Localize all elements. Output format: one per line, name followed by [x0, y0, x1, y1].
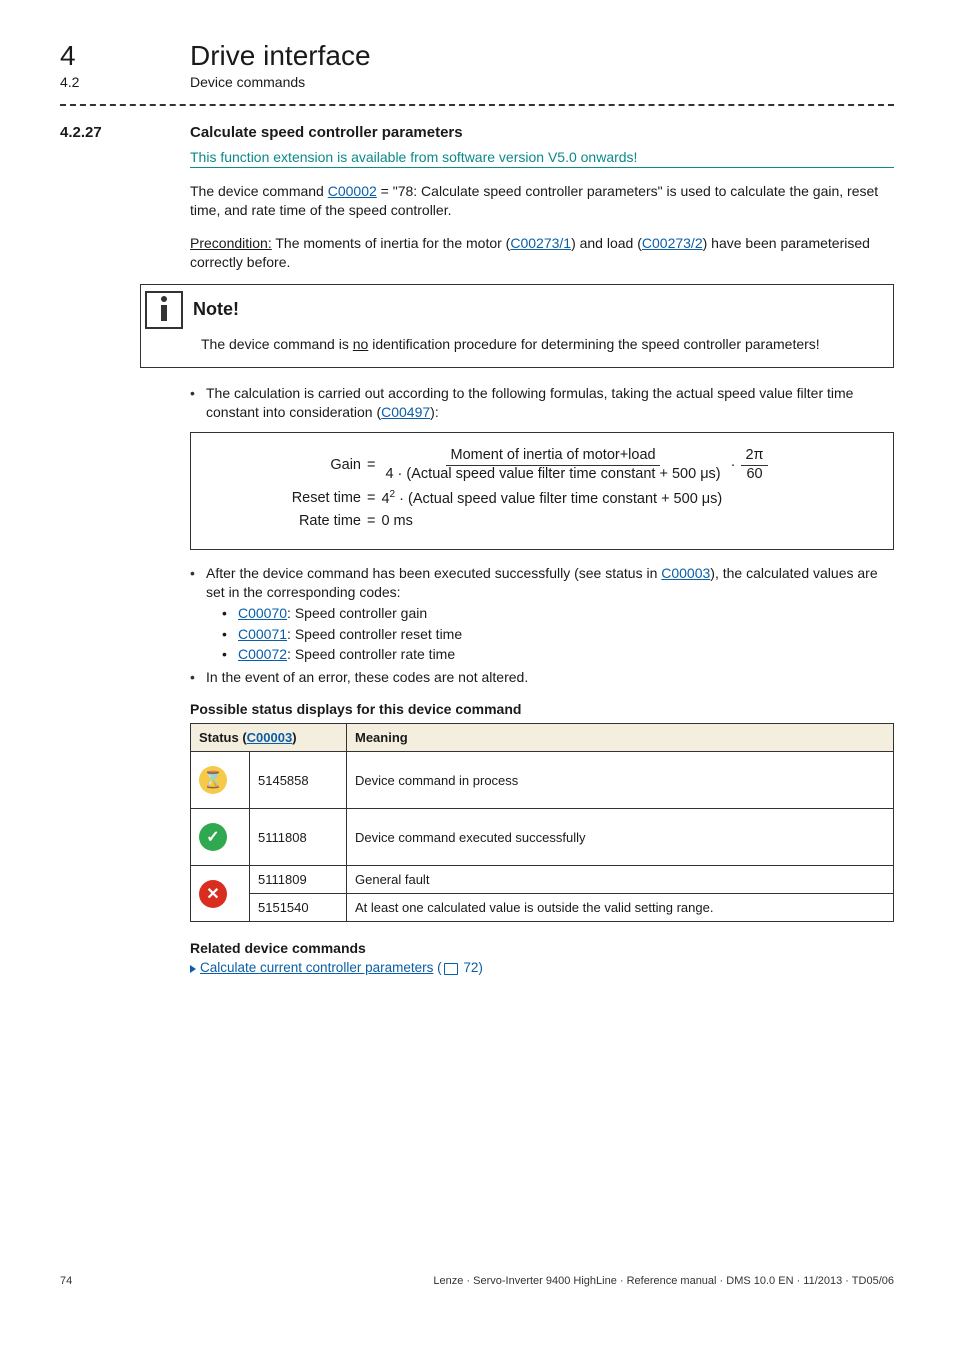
section-title: Calculate speed controller parameters	[190, 124, 463, 141]
code-link-c00002[interactable]: C00002	[328, 183, 377, 199]
text: ):	[430, 404, 439, 420]
note-title: Note!	[193, 299, 239, 320]
status-code: 5111809	[250, 866, 347, 894]
footer-text: Lenze · Servo-Inverter 9400 HighLine · R…	[433, 1275, 894, 1287]
text: The moments of inertia for the motor (	[272, 235, 511, 251]
related-heading: Related device commands	[190, 940, 894, 956]
formula-reset-label: Reset time	[271, 490, 361, 506]
book-icon	[444, 963, 458, 975]
sub-bullet: C00070: Speed controller gain	[222, 604, 894, 623]
table-row: ⌛ 5145858 Device command in process	[191, 752, 894, 809]
code-link-c00273-1[interactable]: C00273/1	[510, 235, 571, 251]
formula-rate-label: Rate time	[271, 513, 361, 529]
table-row: 5151540 At least one calculated value is…	[191, 894, 894, 922]
subchapter-number: 4.2	[60, 74, 150, 90]
code-link-c00071[interactable]: C00071	[238, 626, 287, 642]
status-code: 5111808	[250, 809, 347, 866]
info-icon	[145, 291, 183, 329]
note-box: Note! The device command is no identific…	[140, 284, 894, 369]
text: identification procedure for determining…	[368, 336, 819, 352]
page-ref: ( 72)	[437, 960, 483, 975]
dot-operator: ·	[731, 457, 736, 473]
text: Status (	[199, 730, 247, 745]
code-link-c00003[interactable]: C00003	[247, 730, 293, 745]
version-note-rule	[190, 167, 894, 168]
text: : Speed controller gain	[287, 605, 427, 621]
formula-box: Gain = Moment of inertia of motor+load 4…	[190, 432, 894, 550]
chapter-number: 4	[60, 40, 150, 72]
text: The calculation is carried out according…	[206, 385, 853, 420]
status-header-meaning: Meaning	[347, 724, 894, 752]
text-underline: no	[353, 336, 369, 352]
equals: =	[367, 513, 375, 529]
code-link-c00273-2[interactable]: C00273/2	[642, 235, 703, 251]
status-code: 5145858	[250, 752, 347, 809]
status-meaning: Device command executed successfully	[347, 809, 894, 866]
code-link-c00497[interactable]: C00497	[381, 404, 430, 420]
triangle-icon	[190, 965, 196, 973]
fraction-2pi: 2π 60	[741, 447, 767, 483]
related-link-row: Calculate current controller parameters …	[190, 960, 894, 975]
status-header-status: Status (C00003)	[191, 724, 347, 752]
bullet-error: In the event of an error, these codes ar…	[190, 668, 894, 687]
status-table: Status (C00003) Meaning ⌛ 5145858 Device…	[190, 723, 894, 922]
table-row: ✕ 5111809 General fault	[191, 866, 894, 894]
text: ) and load (	[571, 235, 642, 251]
status-meaning: At least one calculated value is outside…	[347, 894, 894, 922]
bullet-after-exec: After the device command has been execut…	[190, 564, 894, 664]
formula-reset-time: Reset time = 42 · (Actual speed value fi…	[271, 489, 873, 507]
fraction-denominator: 60	[742, 466, 766, 483]
formula-gain-label: Gain	[271, 457, 361, 473]
hourglass-icon: ⌛	[199, 766, 227, 794]
error-icon: ✕	[199, 880, 227, 908]
formula-rate-time: Rate time = 0 ms	[271, 513, 873, 529]
status-meaning: Device command in process	[347, 752, 894, 809]
text: The device command	[190, 183, 328, 199]
equals: =	[367, 490, 375, 506]
subchapter-title: Device commands	[190, 74, 305, 90]
separator-dashed	[60, 104, 894, 106]
formula-gain: Gain = Moment of inertia of motor+load 4…	[271, 447, 873, 483]
checkmark-icon: ✓	[199, 823, 227, 851]
status-code: 5151540	[250, 894, 347, 922]
text: )	[292, 730, 296, 745]
precondition-label: Precondition:	[190, 235, 272, 251]
bullet-calculation: The calculation is carried out according…	[190, 384, 894, 422]
text: After the device command has been execut…	[206, 565, 661, 581]
note-body: The device command is no identification …	[141, 331, 893, 368]
sub-bullet: C00071: Speed controller reset time	[222, 625, 894, 644]
section-number: 4.2.27	[60, 124, 150, 141]
fraction-numerator: 2π	[741, 447, 767, 465]
fraction-denominator: 4 · (Actual speed value filter time cons…	[381, 466, 724, 483]
code-link-c00070[interactable]: C00070	[238, 605, 287, 621]
code-link-c00003[interactable]: C00003	[661, 565, 710, 581]
text: The device command is	[201, 336, 353, 352]
fraction-main: Moment of inertia of motor+load 4 · (Act…	[381, 447, 724, 483]
equals: =	[367, 457, 375, 473]
version-note: This function extension is available fro…	[190, 149, 894, 165]
text: : Speed controller rate time	[287, 646, 455, 662]
status-table-heading: Possible status displays for this device…	[190, 701, 894, 717]
chapter-title: Drive interface	[190, 40, 371, 72]
related-link[interactable]: Calculate current controller parameters	[200, 960, 433, 975]
precondition-paragraph: Precondition: The moments of inertia for…	[190, 234, 894, 272]
table-row: ✓ 5111808 Device command executed succes…	[191, 809, 894, 866]
code-link-c00072[interactable]: C00072	[238, 646, 287, 662]
sub-bullet: C00072: Speed controller rate time	[222, 645, 894, 664]
intro-paragraph: The device command C00002 = "78: Calcula…	[190, 182, 894, 220]
text: 0 ms	[381, 513, 412, 529]
page-number: 74	[60, 1275, 72, 1287]
fraction-numerator: Moment of inertia of motor+load	[446, 447, 659, 465]
text: 42 · (Actual speed value filter time con…	[381, 489, 722, 507]
status-meaning: General fault	[347, 866, 894, 894]
text: : Speed controller reset time	[287, 626, 462, 642]
